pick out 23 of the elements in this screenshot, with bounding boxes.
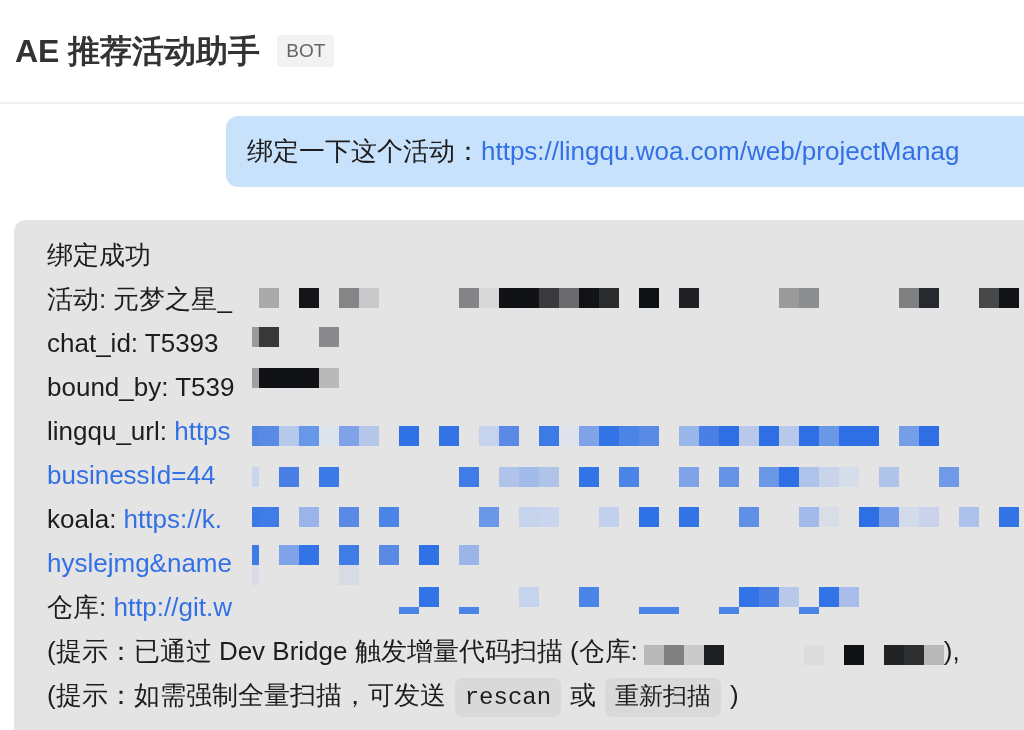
link[interactable]: https://k. bbox=[123, 504, 222, 534]
message-text: ) bbox=[730, 680, 739, 710]
message-text: ), bbox=[943, 636, 960, 666]
message-text: 绑定一下这个活动： bbox=[247, 136, 481, 166]
link[interactable]: http://git.w bbox=[113, 592, 232, 622]
inline-code: 重新扫描 bbox=[605, 677, 722, 717]
message-text: 活动: 元梦之星_ bbox=[47, 284, 232, 314]
message-text: 或 bbox=[570, 680, 597, 710]
message-text: koala: bbox=[47, 504, 118, 534]
link[interactable]: hyslejmg&name bbox=[47, 548, 232, 578]
message-text: (提示：已通过 Dev Bridge 触发增量代码扫描 (仓库: bbox=[47, 636, 638, 666]
message-text: (提示：如需强制全量扫描，可发送 bbox=[47, 680, 446, 710]
link[interactable]: businessId=44 bbox=[47, 460, 216, 490]
chat-title: AE 推荐活动助手 bbox=[15, 32, 261, 71]
message-text: 绑定成功 bbox=[47, 240, 151, 270]
message-text: 仓库: bbox=[47, 592, 108, 622]
bot-badge: BOT bbox=[277, 35, 335, 67]
link[interactable]: https://lingqu.woa.com/web/projectManag bbox=[481, 136, 960, 166]
message-text: lingqu_url: bbox=[47, 416, 168, 446]
message-text: bound_by: T539 bbox=[47, 372, 235, 402]
inline-code: rescan bbox=[454, 677, 562, 717]
message-text: chat_id: T5393 bbox=[47, 328, 219, 358]
link[interactable]: https bbox=[174, 416, 231, 446]
